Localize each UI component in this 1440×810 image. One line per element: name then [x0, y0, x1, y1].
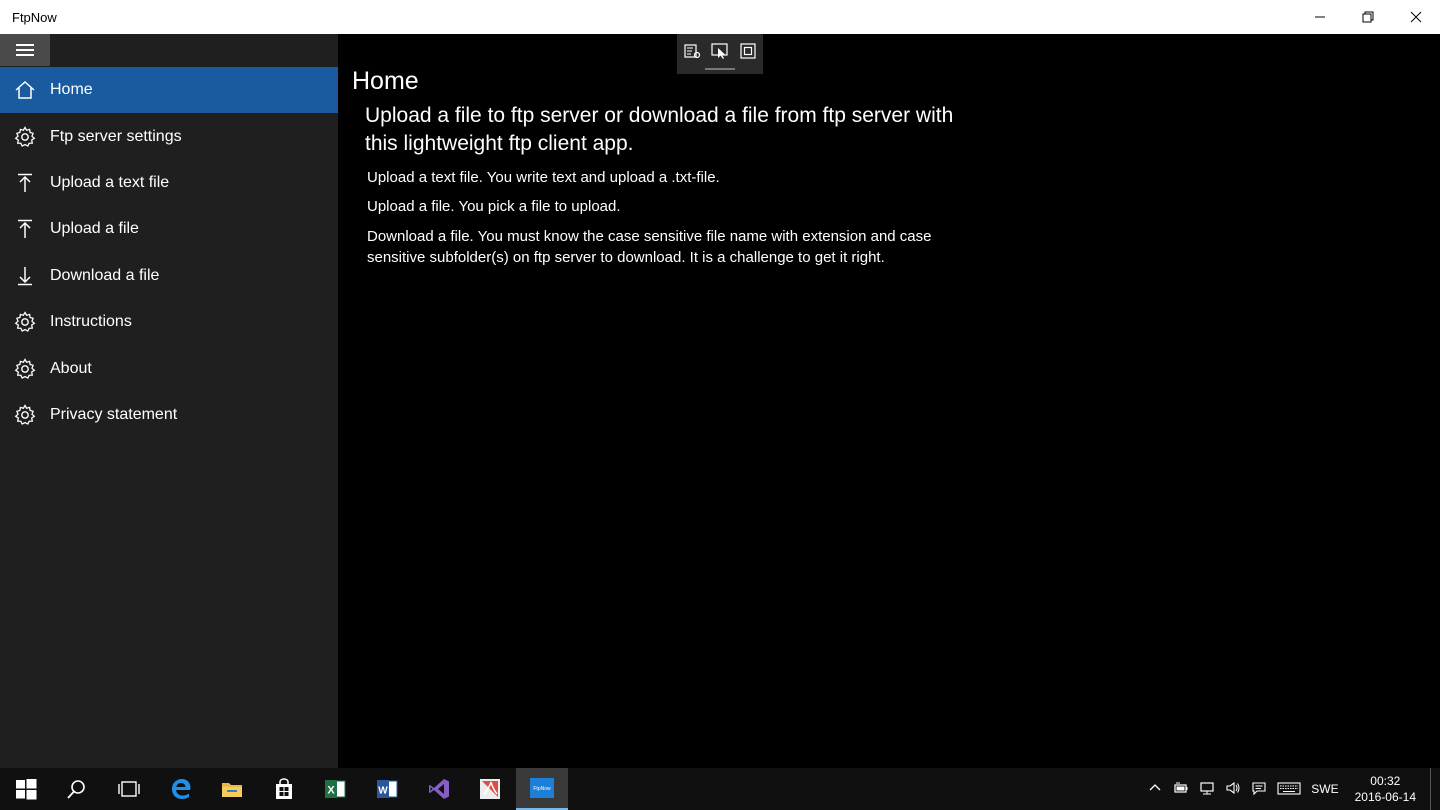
layout-adorner-button[interactable]	[737, 40, 759, 62]
close-icon	[1410, 11, 1422, 23]
live-tree-button[interactable]	[681, 40, 703, 62]
sidebar-item-ftp-server-settings[interactable]: Ftp server settings	[0, 113, 338, 159]
select-cursor-icon	[711, 43, 728, 59]
sidebar-item-privacy-statement[interactable]: Privacy statement	[0, 392, 338, 438]
live-tree-icon	[684, 44, 701, 59]
notification-icon	[1252, 781, 1266, 795]
taskbar-app-edge[interactable]	[155, 768, 207, 810]
show-desktop-button[interactable]	[1430, 768, 1434, 810]
main-content: Home Upload a file to ftp server or down…	[338, 34, 1440, 768]
clock-date: 2016-06-14	[1354, 790, 1416, 804]
sidebar-item-upload-text-file[interactable]: Upload a text file	[0, 160, 338, 206]
sidebar-item-label: Upload a file	[50, 220, 139, 238]
gear-icon	[0, 311, 50, 333]
sidebar-item-label: Ftp server settings	[50, 127, 182, 145]
clock-time: 00:32	[1370, 774, 1401, 788]
select-element-button[interactable]	[709, 40, 731, 62]
start-button[interactable]	[0, 768, 52, 810]
paragraph-upload-file: Upload a file. You pick a file to upload…	[367, 198, 621, 215]
task-view-button[interactable]	[103, 768, 155, 810]
sidebar-item-about[interactable]: About	[0, 345, 338, 391]
window-title: FtpNow	[12, 9, 57, 25]
battery-icon	[1174, 782, 1188, 793]
sidebar-item-label: Home	[50, 81, 93, 99]
floating-toolbar	[677, 34, 763, 74]
taskbar-app-store[interactable]	[258, 768, 310, 810]
ftpnow-icon: FtpNow	[529, 778, 554, 798]
hamburger-icon	[16, 44, 34, 56]
keyboard-icon	[1277, 781, 1301, 795]
action-center-button[interactable]	[1251, 780, 1267, 799]
edge-icon	[171, 779, 191, 799]
taskbar-app-file-explorer[interactable]	[206, 768, 258, 810]
show-hidden-icons-button[interactable]	[1147, 780, 1163, 799]
gear-icon	[0, 125, 50, 148]
paragraph-upload-text: Upload a text file. You write text and u…	[367, 169, 720, 186]
svg-text:W: W	[378, 786, 388, 797]
windows-start-icon	[15, 779, 37, 800]
task-view-icon	[118, 781, 140, 797]
search-button[interactable]	[52, 768, 104, 810]
download-icon	[0, 265, 50, 287]
input-language-indicator[interactable]: SWE	[1311, 782, 1338, 796]
intro-text: Upload a file to ftp server or download …	[365, 104, 954, 155]
minimize-icon	[1315, 16, 1325, 18]
sidebar-item-download-file[interactable]: Download a file	[0, 253, 338, 299]
title-bar: FtpNow	[0, 0, 1440, 34]
sidebar-item-label: Instructions	[50, 313, 132, 331]
nav-list: Home Ftp server settings Upload a text f…	[0, 67, 338, 438]
sidebar-item-label: Upload a text file	[50, 173, 170, 191]
sidebar: Home Ftp server settings Upload a text f…	[0, 34, 338, 768]
hamburger-menu-button[interactable]	[0, 34, 50, 66]
excel-icon: X	[325, 780, 346, 798]
paragraph-download-file: Download a file. You must know the case …	[367, 228, 932, 266]
volume-icon	[1226, 781, 1240, 794]
taskbar: X W FtpNow SWE 00:32 2016-06-14	[0, 768, 1440, 810]
acrobat-icon	[480, 779, 501, 799]
file-explorer-icon	[222, 783, 243, 797]
sidebar-item-upload-file[interactable]: Upload a file	[0, 206, 338, 252]
upload-icon	[0, 218, 50, 240]
sidebar-item-label: About	[50, 359, 92, 377]
word-icon: W	[376, 780, 398, 798]
chevron-up-icon	[1149, 783, 1161, 790]
taskbar-app-ftpnow[interactable]: FtpNow	[515, 768, 568, 810]
store-icon	[275, 778, 292, 799]
taskbar-app-acrobat[interactable]	[464, 768, 516, 810]
minimize-button[interactable]	[1296, 0, 1344, 34]
battery-button[interactable]	[1173, 780, 1189, 799]
ftpnow-icon-label: FtpNow	[533, 786, 551, 792]
restore-icon	[1362, 11, 1374, 23]
svg-text:X: X	[328, 785, 336, 797]
close-button[interactable]	[1392, 0, 1440, 34]
home-icon	[0, 79, 50, 101]
taskbar-app-excel[interactable]: X	[310, 768, 362, 810]
touch-keyboard-button[interactable]	[1277, 780, 1301, 799]
volume-button[interactable]	[1225, 780, 1241, 799]
page-title: Home	[352, 67, 419, 95]
sidebar-item-label: Privacy statement	[50, 405, 178, 423]
upload-icon	[0, 172, 50, 194]
taskbar-app-word[interactable]: W	[361, 768, 413, 810]
sidebar-item-instructions[interactable]: Instructions	[0, 299, 338, 345]
system-tray: SWE 00:32 2016-06-14	[1147, 768, 1434, 810]
sidebar-item-label: Download a file	[50, 266, 160, 284]
visual-studio-icon	[428, 779, 449, 799]
window-controls	[1296, 0, 1440, 34]
search-icon	[67, 780, 86, 799]
network-icon	[1200, 781, 1214, 794]
restore-button[interactable]	[1344, 0, 1392, 34]
toolbar-grip[interactable]	[705, 68, 735, 70]
gear-icon	[0, 404, 50, 426]
clock[interactable]: 00:32 2016-06-14	[1355, 773, 1416, 805]
taskbar-app-visual-studio[interactable]	[413, 768, 465, 810]
layout-adorner-icon	[740, 43, 756, 59]
gear-icon	[0, 357, 50, 380]
sidebar-item-home[interactable]: Home	[0, 67, 338, 114]
network-button[interactable]	[1199, 780, 1215, 799]
